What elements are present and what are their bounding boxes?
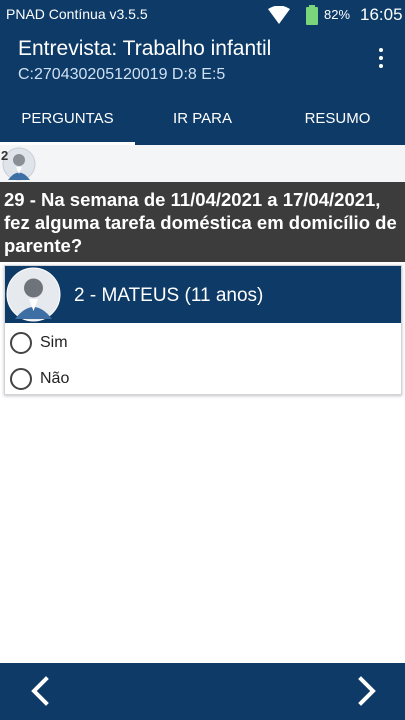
- radio-icon[interactable]: [10, 368, 32, 390]
- person-name: 2 - MATEUS (11 anos): [74, 285, 264, 306]
- page-title: Entrevista: Trabalho infantil: [18, 37, 272, 60]
- option-nao[interactable]: Não: [10, 366, 390, 392]
- tab-bar: PERGUNTAS IR PARA RESUMO: [0, 88, 405, 145]
- option-label: Sim: [40, 334, 68, 351]
- radio-icon[interactable]: [10, 332, 32, 354]
- more-vert-icon[interactable]: [370, 46, 392, 72]
- chevron-left-icon[interactable]: [25, 675, 57, 707]
- person-selector-row[interactable]: 2: [0, 145, 405, 182]
- status-clock: 16:05: [360, 5, 403, 24]
- battery-icon: [306, 5, 318, 25]
- wifi-icon: [268, 5, 290, 24]
- answer-card: 2 - MATEUS (11 anos) Sim Não: [4, 265, 402, 395]
- tab-resumo[interactable]: RESUMO: [270, 88, 405, 145]
- bottom-nav-bar: [0, 663, 405, 720]
- chevron-right-icon[interactable]: [350, 675, 382, 707]
- person-header: 2 - MATEUS (11 anos): [5, 266, 401, 323]
- tab-perguntas[interactable]: PERGUNTAS: [0, 88, 135, 145]
- option-label: Não: [40, 370, 70, 387]
- option-sim[interactable]: Sim: [10, 330, 390, 356]
- question-text: 29 - Na semana de 11/04/2021 a 17/04/202…: [0, 182, 405, 262]
- page-subtitle: C:270430205120019 D:8 E:5: [18, 66, 226, 83]
- battery-percentage: 82%: [324, 7, 351, 22]
- status-bar: PNAD Contínua v3.5.5 82% 16:05: [0, 0, 405, 30]
- tab-ir-para[interactable]: IR PARA: [135, 88, 270, 145]
- app-bar: Entrevista: Trabalho infantil C:27043020…: [0, 30, 405, 88]
- status-app-name: PNAD Contínua v3.5.5: [6, 6, 148, 22]
- person-avatar-icon: [6, 267, 61, 322]
- person-number-badge: 2: [1, 148, 9, 163]
